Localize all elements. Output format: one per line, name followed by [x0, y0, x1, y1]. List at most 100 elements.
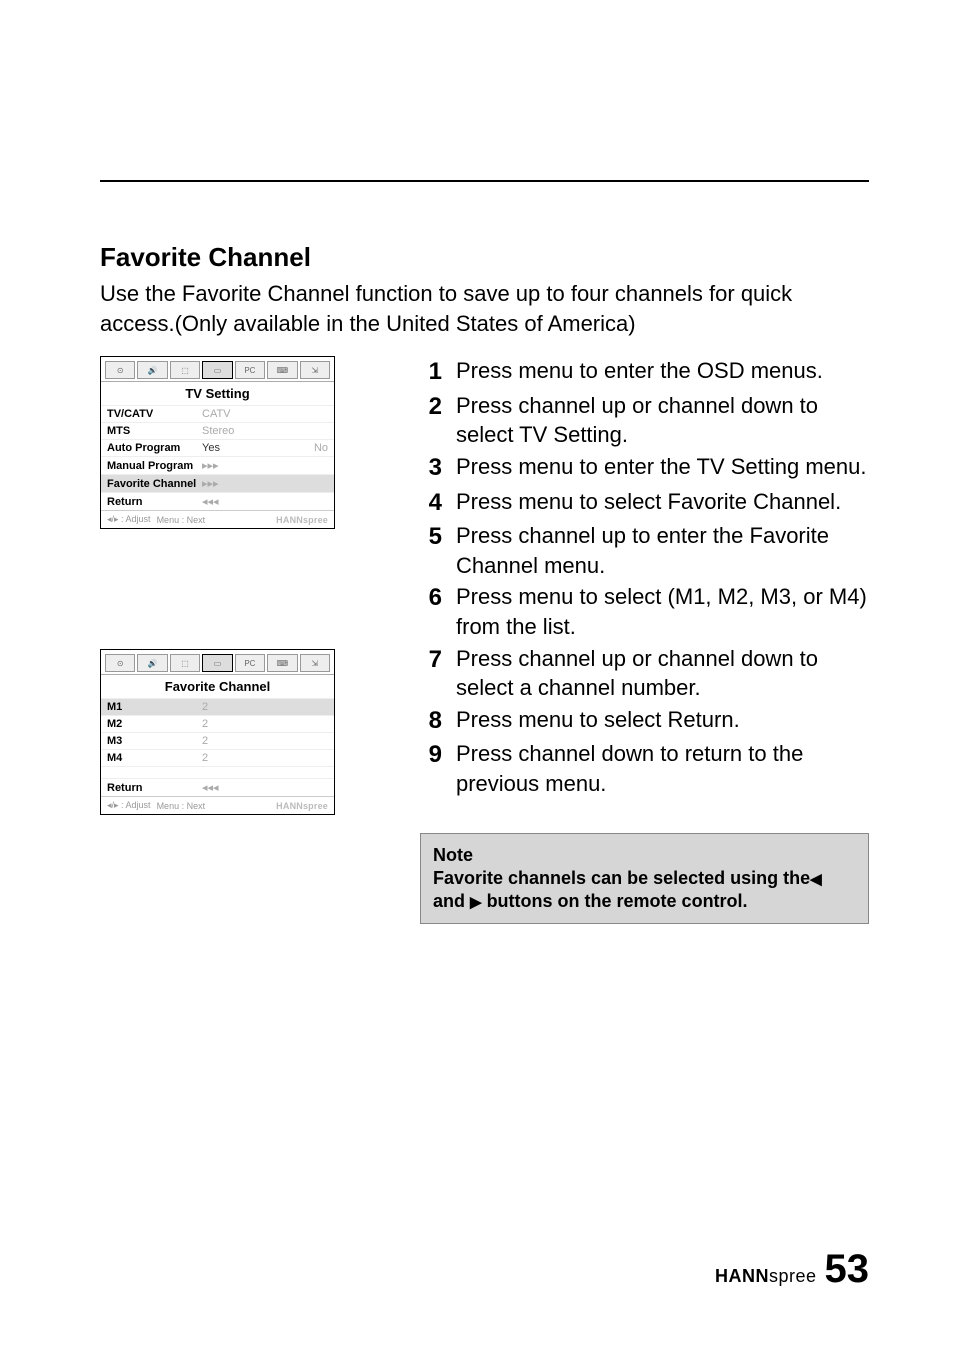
osd1-footer-brand: HANNspree — [276, 515, 328, 525]
footer-brand-bold: HANN — [715, 1266, 769, 1286]
osd1-row-manprog: Manual Program ▸▸▸ — [101, 456, 334, 474]
osd2-row-return: Return ◂◂◂ — [101, 778, 334, 796]
step-text: Press menu to select Return. — [456, 705, 869, 737]
step-num: 5 — [420, 521, 442, 580]
page-number: 53 — [825, 1247, 870, 1292]
top-rule — [100, 180, 869, 182]
footer-brand: HANNspree — [715, 1266, 817, 1287]
step-9: 9Press channel down to return to the pre… — [420, 739, 869, 798]
input-icon: ⌨ — [267, 654, 297, 672]
osd2-m3-value: 2 — [202, 735, 208, 747]
step-text: Press menu to enter the TV Setting menu. — [456, 452, 869, 484]
osd1-autoprog-yes: Yes — [202, 442, 220, 454]
osd2-row-m1: M1 2 — [101, 698, 334, 715]
step-text: Press channel down to return to the prev… — [456, 739, 869, 798]
osd1-mts-value: Stereo — [202, 425, 234, 437]
osd1-footer-adjust: ◂/▸ : Adjust — [107, 514, 151, 525]
brightness-icon: ⊙ — [105, 654, 135, 672]
step-2: 2Press channel up or channel down to sel… — [420, 391, 869, 450]
osd1-footer-next: Menu : Next — [157, 515, 206, 525]
step-num: 2 — [420, 391, 442, 450]
step-text: Press menu to select (M1, M2, M3, or M4)… — [456, 582, 869, 641]
step-text: Press channel up or channel down to sele… — [456, 644, 869, 703]
step-text: Press channel up or channel down to sele… — [456, 391, 869, 450]
osd1-favch-label: Favorite Channel — [107, 478, 202, 490]
step-7: 7Press channel up or channel down to sel… — [420, 644, 869, 703]
note-box: Note Favorite channels can be selected u… — [420, 833, 869, 924]
step-text: Press channel up to enter the Favorite C… — [456, 521, 869, 580]
osd1-favch-value: ▸▸▸ — [202, 477, 219, 490]
osd1-tvcatv-value: CATV — [202, 408, 231, 420]
step-text: Press menu to select Favorite Channel. — [456, 487, 869, 519]
left-column: ⊙ 🔊 ⬚ ▭ PC ⌨ ⇲ TV Setting TV/CATV CATV M… — [100, 356, 350, 815]
picture-icon: ⬚ — [170, 654, 200, 672]
step-num: 6 — [420, 582, 442, 641]
audio-icon: 🔊 — [137, 654, 167, 672]
osd2-m3-label: M3 — [107, 735, 202, 747]
osd2-m2-value: 2 — [202, 718, 208, 730]
pc-icon: PC — [235, 654, 265, 672]
osd1-row-return: Return ◂◂◂ — [101, 492, 334, 510]
footer-brand-light: spree — [769, 1266, 817, 1286]
osd2-footer-brand: HANNspree — [276, 801, 328, 811]
osd2-row-m3: M3 2 — [101, 732, 334, 749]
osd2-m4-label: M4 — [107, 752, 202, 764]
osd1-row-favch: Favorite Channel ▸▸▸ — [101, 474, 334, 492]
step-4: 4 Press menu to select Favorite Channel. — [420, 487, 869, 519]
audio-icon: 🔊 — [137, 361, 167, 379]
osd1-title: TV Setting — [101, 382, 334, 405]
note-label: Note — [433, 844, 856, 867]
osd1-autoprog-no: No — [314, 442, 328, 454]
osd2-footer: ◂/▸ : Adjust Menu : Next HANNspree — [101, 796, 334, 814]
osd2-icon-row: ⊙ 🔊 ⬚ ▭ PC ⌨ ⇲ — [101, 650, 334, 675]
note-body-c: buttons on the remote control. — [482, 891, 748, 911]
osd2-row-m4: M4 2 — [101, 749, 334, 766]
pc-icon: PC — [235, 361, 265, 379]
osd1-return-value: ◂◂◂ — [202, 495, 219, 508]
osd2-row-m2: M2 2 — [101, 715, 334, 732]
osd2-return-label: Return — [107, 782, 202, 794]
osd1-icon-row: ⊙ 🔊 ⬚ ▭ PC ⌨ ⇲ — [101, 357, 334, 382]
step-num: 4 — [420, 487, 442, 519]
osd1-manprog-label: Manual Program — [107, 460, 202, 472]
osd1-row-tvcatv: TV/CATV CATV — [101, 405, 334, 422]
tv-icon: ▭ — [202, 654, 232, 672]
step-num: 1 — [420, 356, 442, 388]
page-footer: HANNspree 53 — [715, 1247, 869, 1292]
step-1: 1 Press menu to enter the OSD menus. — [420, 356, 869, 388]
note-body-b: and — [433, 891, 470, 911]
brightness-icon: ⊙ — [105, 361, 135, 379]
osd2-m1-value: 2 — [202, 701, 208, 713]
osd2-footer-next: Menu : Next — [157, 801, 206, 811]
left-arrow-icon: ◀ — [810, 872, 822, 887]
osd1-row-mts: MTS Stereo — [101, 422, 334, 439]
osd1-row-autoprog: Auto Program Yes No — [101, 439, 334, 456]
step-num: 8 — [420, 705, 442, 737]
osd-tv-setting: ⊙ 🔊 ⬚ ▭ PC ⌨ ⇲ TV Setting TV/CATV CATV M… — [100, 356, 335, 529]
step-num: 3 — [420, 452, 442, 484]
osd1-footer: ◂/▸ : Adjust Menu : Next HANNspree — [101, 510, 334, 528]
step-5: 5Press channel up to enter the Favorite … — [420, 521, 869, 580]
osd2-m4-value: 2 — [202, 752, 208, 764]
input-icon: ⌨ — [267, 361, 297, 379]
picture-icon: ⬚ — [170, 361, 200, 379]
osd1-mts-label: MTS — [107, 425, 202, 437]
osd1-return-label: Return — [107, 496, 202, 508]
step-text: Press menu to enter the OSD menus. — [456, 356, 869, 388]
right-arrow-icon: ▶ — [470, 895, 482, 910]
osd2-row-spacer — [101, 766, 334, 778]
tv-icon: ▭ — [202, 361, 232, 379]
section-intro: Use the Favorite Channel function to sav… — [100, 279, 869, 338]
osd2-return-value: ◂◂◂ — [202, 781, 219, 794]
step-3: 3 Press menu to enter the TV Setting menu… — [420, 452, 869, 484]
step-num: 7 — [420, 644, 442, 703]
steps-list: 1Press menu to enter the OSD menus. 2Pre… — [420, 356, 869, 798]
osd1-tvcatv-label: TV/CATV — [107, 408, 202, 420]
exit-icon: ⇲ — [300, 654, 330, 672]
step-6: 6Press menu to select (M1, M2, M3, or M4… — [420, 582, 869, 641]
note-body-a: Favorite channels can be selected using … — [433, 868, 810, 888]
right-column: 1Press menu to enter the OSD menus. 2Pre… — [420, 356, 869, 924]
section-title: Favorite Channel — [100, 242, 869, 273]
osd2-title: Favorite Channel — [101, 675, 334, 698]
exit-icon: ⇲ — [300, 361, 330, 379]
